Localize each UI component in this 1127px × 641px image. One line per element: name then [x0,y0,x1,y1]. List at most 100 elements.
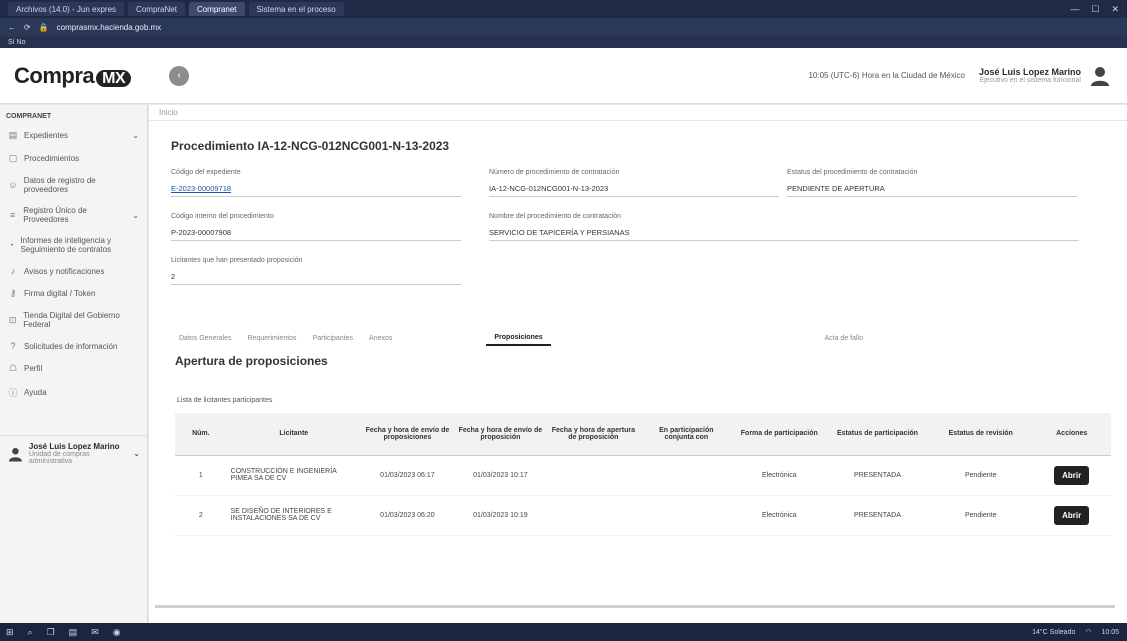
reload-icon[interactable]: ⟳ [24,23,31,32]
sidebar-item-label: Datos de registro de proveedores [23,176,96,194]
browser-icon[interactable]: ◉ [113,627,121,638]
cell-revision: Pendiente [929,495,1033,536]
browser-tab[interactable]: Archivos (14.0) - Jun expres [8,2,125,16]
sidebar-item-registro-unico[interactable]: ≡ Registro Único de Proveedores ⌄ [0,200,147,230]
avatar-icon[interactable] [1089,65,1111,87]
table-header-row: Núm. Licitante Fecha y hora de envío de … [175,413,1111,456]
sidebar-item-label: Ayuda [24,388,47,397]
list-icon: ≡ [10,210,16,220]
table-row: 1 CONSTRUCCIÓN E INGENIERÍA PIMEA SA DE … [175,455,1111,496]
tab-participantes[interactable]: Participantes [305,330,361,346]
field-label: Código del expediente [171,169,241,176]
sidebar-item-label: Procedimientos [24,154,80,163]
cell-num: 2 [175,495,227,536]
lock-icon: 🔒 [38,22,49,32]
abrir-button[interactable]: Abrir [1054,465,1090,485]
bell-icon: ♪ [10,266,16,276]
field-label: Nombre del procedimiento de contratación [489,213,621,220]
breadcrumb-item[interactable]: Inicio [159,108,178,117]
task-view-icon[interactable]: ❐ [47,627,55,638]
sidebar-item-avisos[interactable]: ♪ Avisos y notificaciones [0,260,147,282]
browser-tab-bar: Archivos (14.0) - Jun expres CompraNet C… [0,0,1127,18]
browser-tab-active[interactable]: Compranet [188,2,245,16]
cell-fecha-envio: 01/03/2023 06:20 [360,495,454,536]
cell-estatus: PRESENTADA [825,455,930,496]
sidebar-item-datos-registro[interactable]: ☺ Datos de registro de proveedores [0,170,147,200]
field-value: 2 [171,272,461,285]
wifi-icon[interactable]: ◠ [1085,628,1091,636]
weather-text[interactable]: 14°C Soleado [1032,629,1075,636]
cell-acciones: Abrir [1032,495,1111,536]
start-icon[interactable]: ⊞ [6,627,14,638]
bookmark-item[interactable]: Sí No [8,39,26,46]
os-taskbar: ⊞ ⌕ ❐ ▤ ✉ ◉ 14°C Soleado ◠ 10:05 [0,623,1127,641]
sidebar-item-expedientes[interactable]: ▤ Expedientes ⌄ [0,124,147,147]
cell-fecha-envio-2: 01/03/2023 10:19 [453,495,547,536]
section-title: Apertura de proposiciones [175,354,328,368]
cell-conjunta [639,455,733,496]
column-header: Forma de participación [732,413,826,456]
tab-anexos[interactable]: Anexos [361,330,400,346]
column-header: En participación conjunta con [639,413,733,456]
tab-datos-generales[interactable]: Datos Generales [171,330,240,346]
column-header: Estatus de revisión [929,413,1033,456]
sidebar-item-label: Tienda Digital del Gobierno Federal [23,311,120,329]
column-header: Núm. [175,413,227,456]
browser-tab[interactable]: Sistema en el proceso [248,2,344,16]
column-header: Licitante [226,413,361,456]
tab-proposiciones[interactable]: Proposiciones [486,330,551,346]
sidebar-item-ayuda[interactable]: ⓘ Ayuda [0,380,147,405]
file-explorer-icon[interactable]: ▤ [69,627,78,638]
back-icon[interactable]: ← [8,23,16,32]
system-tray: 14°C Soleado ◠ 10:05 [1032,628,1127,637]
list-title: Lista de licitantes participantes [177,397,273,404]
sidebar-item-solicitudes[interactable]: ? Solicitudes de información [0,335,147,357]
tab-acta-fallo[interactable]: Acta de fallo [816,330,871,346]
minimize-icon[interactable]: — [1070,4,1079,15]
sidebar-user[interactable]: José Luis Lopez Marino Unidad de compras… [0,435,148,471]
abrir-button[interactable]: Abrir [1054,505,1090,525]
sidebar-item-procedimientos[interactable]: ▢ Procedimientos [0,147,147,170]
sidebar-item-firma[interactable]: ⚷ Firma digital / Token [0,282,147,305]
profile-icon: ☖ [8,363,18,373]
app-logo[interactable]: Compra MX [14,63,132,89]
cell-estatus: PRESENTADA [825,495,930,536]
close-icon[interactable]: ✕ [1111,4,1119,15]
header-user[interactable]: José Luis Lopez Marino Ejecutivo en el s… [979,67,1081,84]
question-icon: ? [10,341,16,351]
maximize-icon[interactable]: ☐ [1091,4,1099,15]
expediente-link[interactable]: E-2023-00009718 [171,184,461,197]
procedure-tabs: Datos Generales Requerimientos Participa… [171,330,1071,346]
cell-revision: Pendiente [929,455,1033,496]
url-field[interactable]: comprasmx.hacienda.gob.mx [57,23,162,32]
header-user-role: Ejecutivo en el sistema funcional [979,77,1081,84]
tab-requerimientos[interactable]: Requerimientos [240,330,305,346]
browser-tab[interactable]: CompraNet [128,2,185,16]
mail-icon[interactable]: ✉ [91,627,99,638]
chevron-down-icon: ⌄ [132,210,139,220]
header-user-name: José Luis Lopez Marino [978,67,1081,77]
sidebar-item-label: Registro Único de Proveedores [23,206,87,224]
horizontal-scrollbar[interactable] [155,605,1115,608]
logo-badge: MX [96,69,132,87]
field-label: Código interno del procedimiento [171,213,274,220]
collapse-sidebar-button[interactable]: ‹ [169,65,190,86]
sidebar-item-perfil[interactable]: ☖ Perfil [0,357,147,380]
cell-forma: Electrónica [732,455,826,496]
folder-icon: ▤ [8,130,18,140]
field-value: IA-12-NCG-012NCG001-N-13-2023 [489,184,779,197]
column-header: Acciones [1032,413,1111,456]
app-header: Compra MX ‹ 10:05 (UTC-6) Hora en la Ciud… [0,48,1127,104]
search-icon[interactable]: ⌕ [28,627,33,638]
sidebar-item-tienda[interactable]: ⊡ Tienda Digital del Gobierno Federal [0,305,147,335]
user-avatar-icon [8,447,22,461]
sidebar-item-label: Firma digital / Token [24,289,96,298]
sidebar-user-role: Unidad de compras administrativa [28,451,90,465]
sidebar-item-label: Perfil [24,364,43,373]
licitantes-table: Núm. Licitante Fecha y hora de envío de … [175,413,1111,536]
clock[interactable]: 10:05 [1101,629,1119,636]
cell-fecha-envio-2: 01/03/2023 10:17 [453,455,547,496]
column-header: Estatus de participación [825,413,930,456]
sidebar-item-informes[interactable]: ◔ Informes de inteligencia y Seguimiento… [0,230,147,260]
chart-icon: ◔ [8,240,14,250]
